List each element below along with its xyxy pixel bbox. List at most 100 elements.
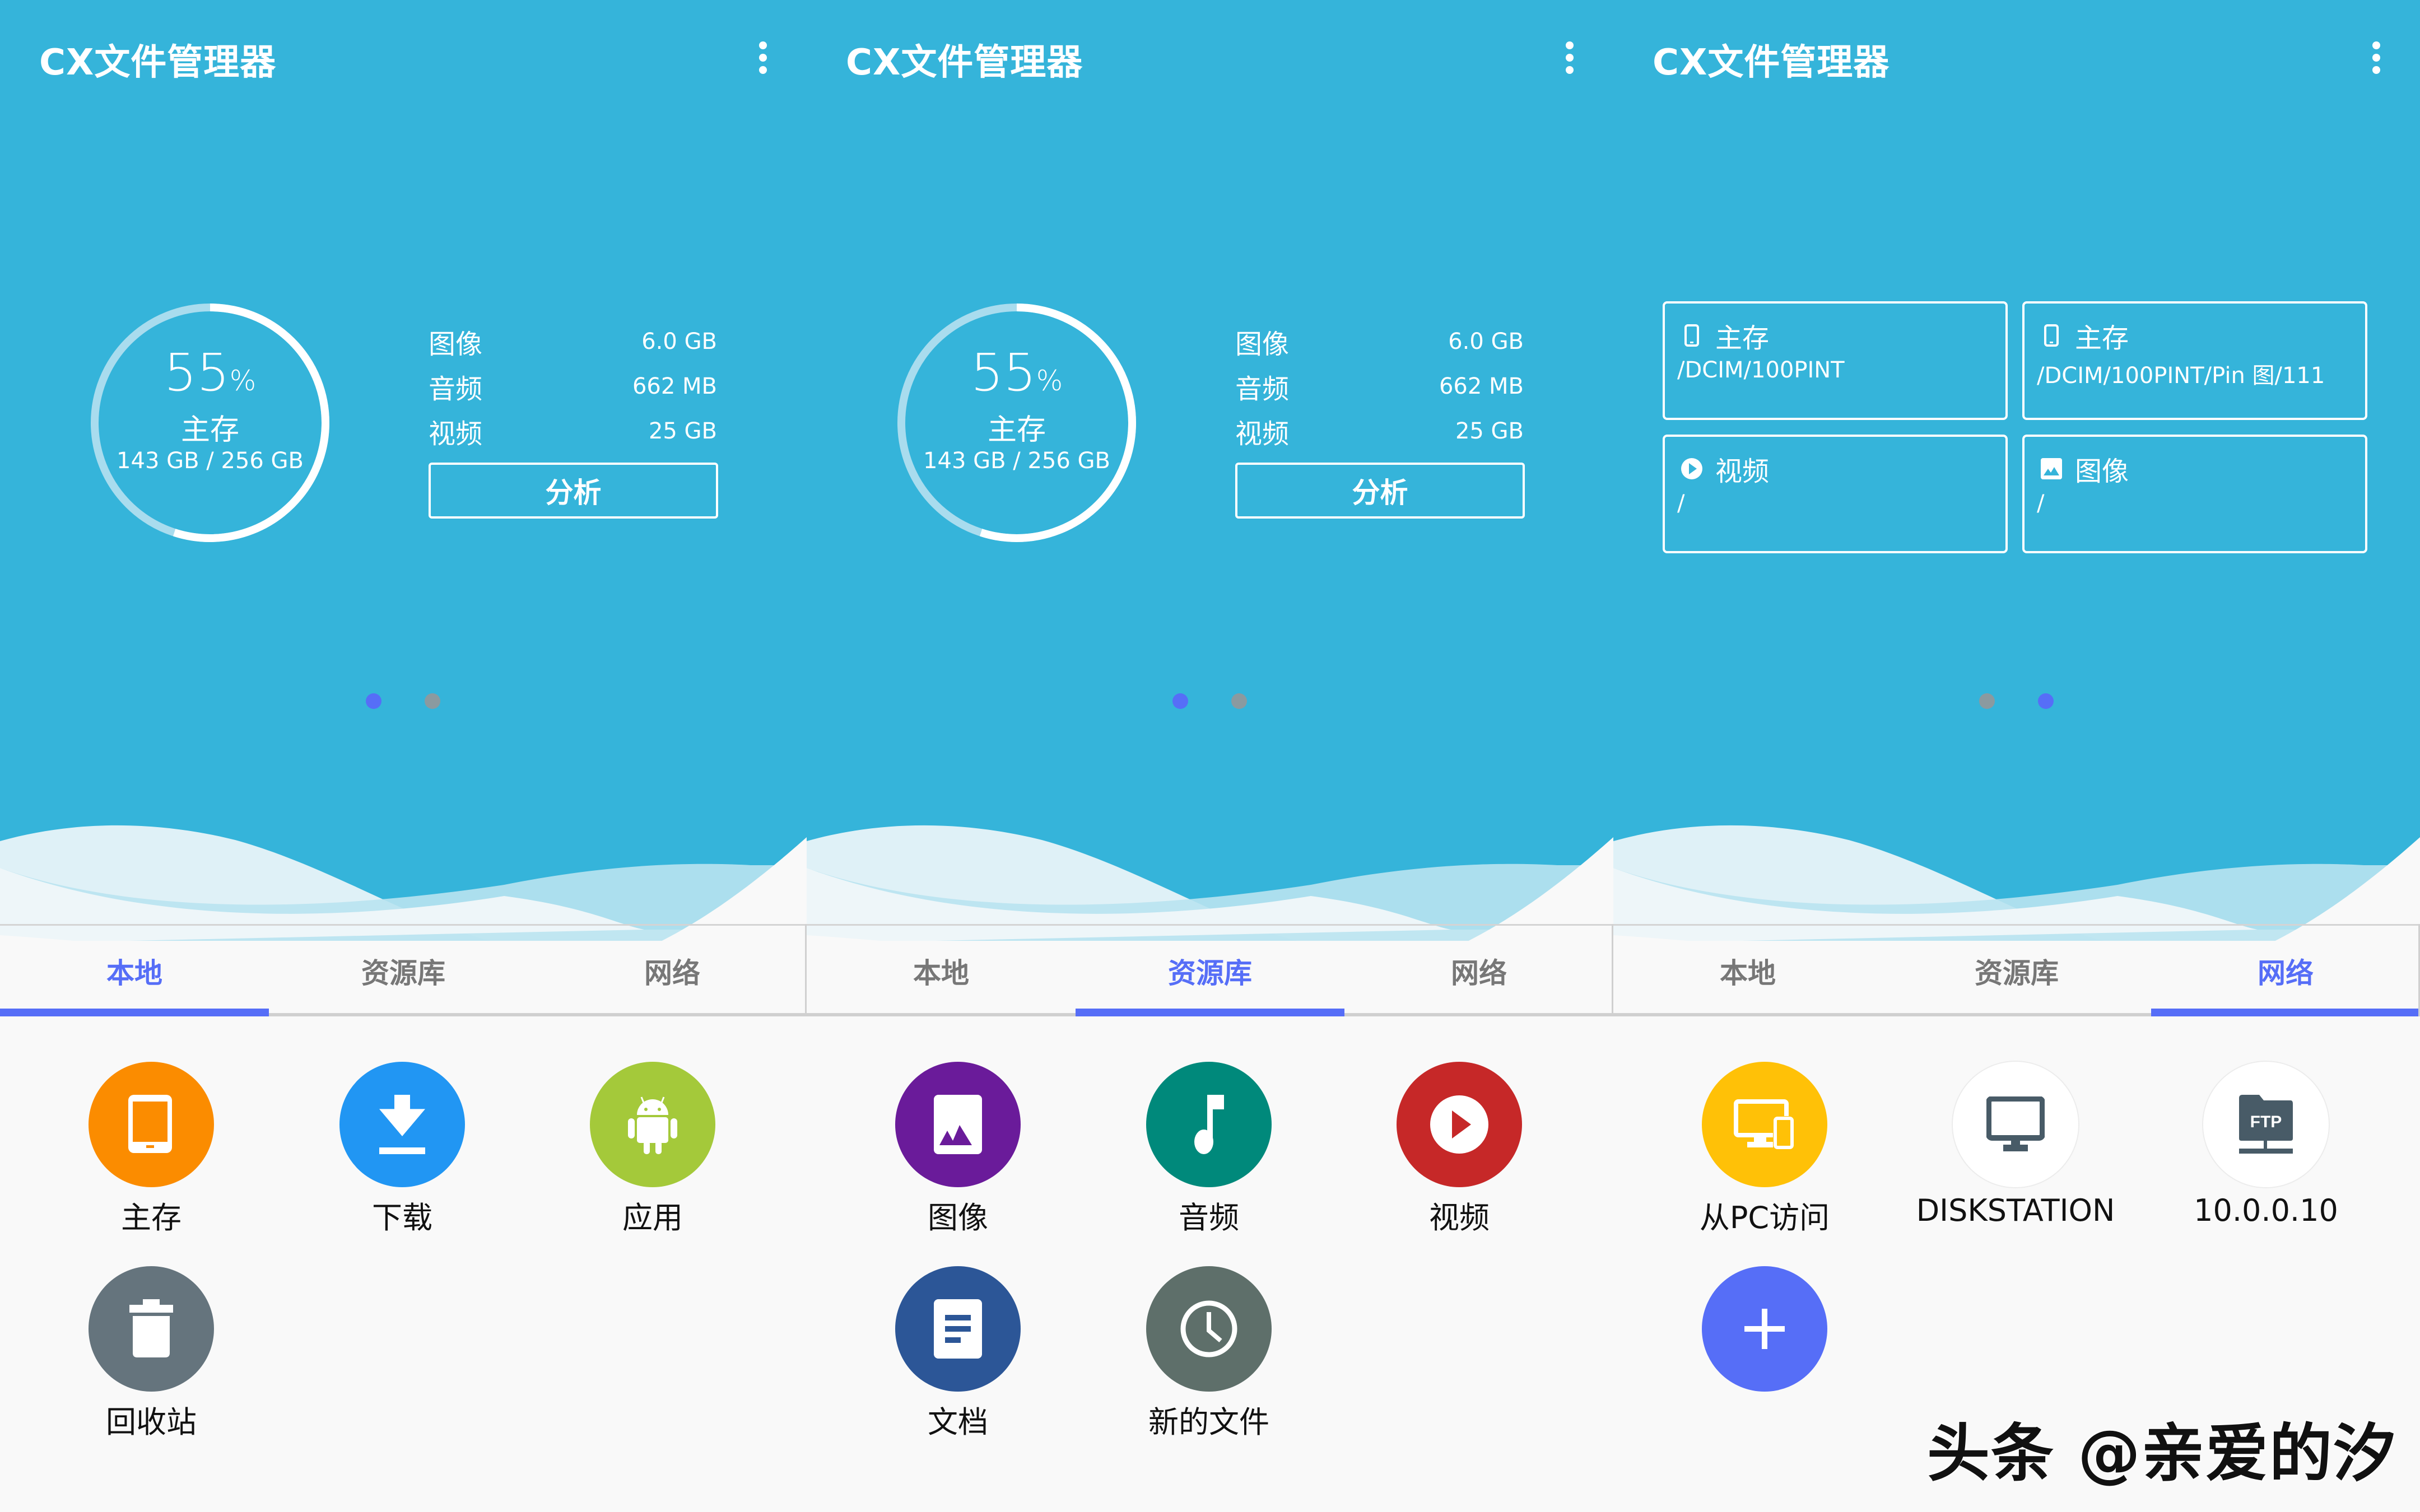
watermark: 头条 @亲爱的汐	[1927, 1417, 2397, 1490]
tab-bar: 本地 资源库 网络	[0, 924, 807, 1016]
gauge-usage: 143 GB / 256 GB	[117, 448, 304, 474]
music-note-icon	[1146, 1062, 1272, 1187]
page-indicator	[0, 693, 807, 710]
recent-card-title: 主存	[1715, 323, 1770, 354]
stat-row: 视频 25 GB	[1235, 409, 1524, 454]
recent-card[interactable]: 主存 /DCIM/100PINT	[1663, 301, 2008, 420]
page-dot-2[interactable]	[1231, 693, 1247, 709]
image-icon	[895, 1062, 1021, 1187]
recent-card[interactable]: 视频 /	[1663, 435, 2008, 553]
download-icon	[339, 1062, 465, 1187]
tile-new-files[interactable]: 新的文件	[1119, 1257, 1299, 1442]
recent-card[interactable]: 主存 /DCIM/100PINT/Pin 图/111	[2022, 301, 2367, 420]
stat-label: 音频	[1235, 374, 1290, 405]
tile-pc-access[interactable]: 从PC访问	[1675, 1053, 1854, 1238]
play-circle-icon	[1681, 456, 1703, 481]
panel-network: CX文件管理器 主存 /DCIM/100PINT 主存 /DCIM/100PIN…	[1613, 0, 2420, 1512]
stat-row: 音频 662 MB	[429, 364, 717, 409]
analyze-button[interactable]: 分析	[429, 463, 718, 519]
tile-video[interactable]: 视频	[1370, 1053, 1549, 1238]
tab-network[interactable]: 网络	[538, 926, 807, 1016]
stat-label: 视频	[1235, 418, 1290, 450]
trash-icon	[89, 1266, 214, 1392]
stat-value: 25 GB	[648, 418, 717, 444]
stat-label: 图像	[429, 329, 483, 360]
more-vert-icon[interactable]	[751, 39, 775, 76]
pc-access-icon	[1702, 1062, 1827, 1187]
stat-row: 音频 662 MB	[1235, 364, 1524, 409]
tile-documents[interactable]: 文档	[868, 1257, 1048, 1442]
tile-label: 应用	[622, 1200, 683, 1235]
tab-network[interactable]: 网络	[1344, 926, 1613, 1016]
stat-label: 音频	[429, 374, 483, 405]
page-dot-1[interactable]	[1979, 693, 1995, 709]
tile-main-storage[interactable]: 主存	[62, 1053, 241, 1238]
monitor-icon	[1953, 1062, 2078, 1187]
recent-card-path: /	[2037, 491, 2045, 516]
phone-icon	[1681, 323, 1703, 348]
recent-card-path: /	[1677, 491, 1685, 516]
recent-card-title: 视频	[1715, 456, 1770, 487]
wave-decoration	[807, 825, 1613, 941]
tile-label: 10.0.0.10	[2194, 1193, 2338, 1228]
tile-label: 文档	[928, 1404, 988, 1440]
recent-card-path: /DCIM/100PINT	[1677, 357, 1845, 383]
tile-label: 音频	[1179, 1200, 1239, 1235]
phone-icon	[2040, 323, 2063, 348]
tab-local[interactable]: 本地	[807, 926, 1076, 1016]
storage-gauge[interactable]: 55% 主存 143 GB / 256 GB	[893, 300, 1140, 546]
add-icon	[1702, 1266, 1827, 1392]
tile-diskstation[interactable]: DISKSTATION	[1916, 1053, 2115, 1238]
storage-gauge[interactable]: 55% 主存 143 GB / 256 GB	[87, 300, 333, 546]
tab-library[interactable]: 资源库	[269, 926, 538, 1016]
page-dot-2[interactable]	[425, 693, 440, 709]
smartphone-icon	[89, 1062, 214, 1187]
tile-apps[interactable]: 应用	[563, 1053, 742, 1238]
tab-network[interactable]: 网络	[2151, 926, 2420, 1016]
tile-download[interactable]: 下载	[313, 1053, 492, 1238]
more-vert-icon[interactable]	[2364, 39, 2389, 76]
tile-ftp-server[interactable]: FTP 10.0.0.10	[2176, 1053, 2356, 1238]
wave-decoration	[0, 825, 807, 941]
tile-label: 视频	[1429, 1200, 1490, 1235]
tile-label: DISKSTATION	[1916, 1193, 2115, 1228]
page-dot-2[interactable]	[2038, 693, 2054, 709]
play-circle-icon	[1397, 1062, 1522, 1187]
ftp-badge: FTP	[2250, 1113, 2282, 1131]
app-title: CX文件管理器	[39, 42, 277, 83]
page-dot-1[interactable]	[366, 693, 381, 709]
page-dot-1[interactable]	[1172, 693, 1188, 709]
recent-card[interactable]: 图像 /	[2022, 435, 2367, 553]
stat-value: 662 MB	[632, 374, 717, 399]
page-indicator	[1613, 693, 2420, 710]
gauge-percent: 55%	[164, 343, 257, 403]
tile-audio[interactable]: 音频	[1119, 1053, 1299, 1238]
storage-stats: 图像 6.0 GB 音频 662 MB 视频 25 GB	[429, 319, 717, 454]
tile-label: 主存	[121, 1200, 182, 1235]
gauge-storage-name: 主存	[180, 413, 239, 447]
tile-label: 新的文件	[1148, 1404, 1269, 1440]
image-icon	[2040, 456, 2063, 481]
stat-value: 662 MB	[1439, 374, 1524, 399]
more-vert-icon[interactable]	[1557, 39, 1582, 76]
recent-card-path: /DCIM/100PINT/Pin 图/111	[2037, 363, 2325, 389]
tab-local[interactable]: 本地	[1613, 926, 1882, 1016]
stat-label: 视频	[429, 418, 483, 450]
page-indicator	[807, 693, 1613, 710]
stat-row: 视频 25 GB	[429, 409, 717, 454]
ftp-icon: FTP	[2203, 1062, 2329, 1187]
document-icon	[895, 1266, 1021, 1392]
recent-card-title: 主存	[2075, 323, 2129, 354]
wave-decoration	[1613, 825, 2420, 941]
tab-library[interactable]: 资源库	[1882, 926, 2151, 1016]
tile-label: 图像	[928, 1200, 988, 1235]
tab-library[interactable]: 资源库	[1076, 926, 1344, 1016]
tab-local[interactable]: 本地	[0, 926, 269, 1016]
add-connection-button[interactable]	[1675, 1257, 1854, 1442]
tile-images[interactable]: 图像	[868, 1053, 1048, 1238]
analyze-button[interactable]: 分析	[1235, 463, 1525, 519]
gauge-percent: 55%	[970, 343, 1063, 403]
tile-label: 从PC访问	[1699, 1200, 1830, 1235]
tile-label: 下载	[372, 1200, 432, 1235]
tile-recycle-bin[interactable]: 回收站	[62, 1257, 241, 1442]
